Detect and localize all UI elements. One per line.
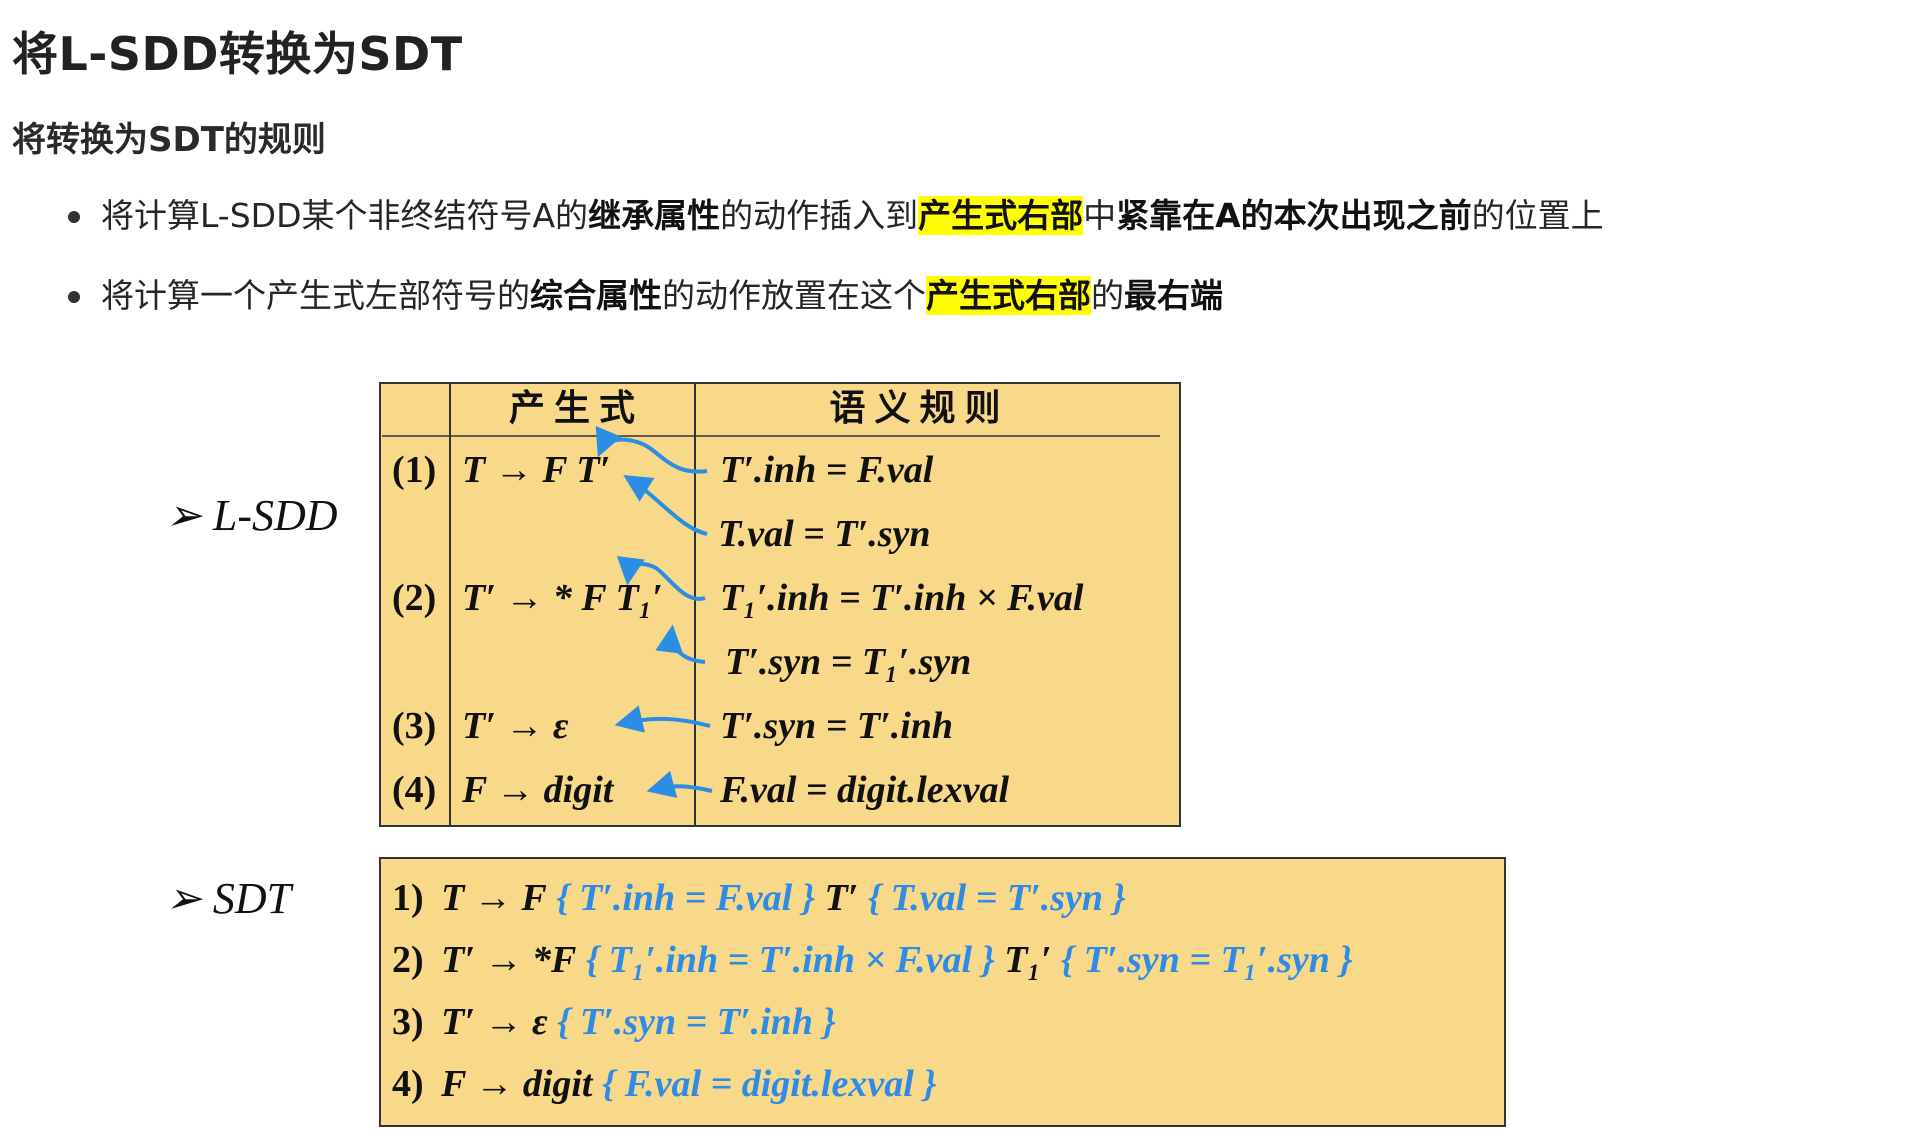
rule-2-part-6: 最右端 [1124,276,1223,315]
rule-2-highlight: 产生式右部 [926,276,1091,315]
rule-1-part-7: 的位置上 [1471,196,1604,235]
rule-2-part-5: 的 [1091,276,1124,315]
sdt-line: 3) T′ → ε { T′.syn = T′.inh } [392,1001,836,1043]
row-num: (4) [392,769,436,811]
sdt-line: 1) T → F { T′.inh = F.val } T′ { T.val =… [392,877,1126,919]
figure-svg: ➢ L-SDD ➢ SDT 产 生 式 语 义 规 则 (1) T → F T′… [165,382,1506,1127]
row-num: (2) [392,577,436,619]
rule-2-part-2: 综合属性 [530,276,662,315]
rule-2-part-1: 将计算一个产生式左部符号的 [101,276,530,315]
rule-1-part-3: 的动作插入到 [720,196,919,235]
rule-1-part-5: 中 [1083,196,1117,235]
bullet-icon [68,291,80,303]
lsdd-sdt-figure: ➢ L-SDD ➢ SDT 产 生 式 语 义 规 则 (1) T → F T′… [100,368,1510,1130]
row-production: T → F T′ [462,449,610,491]
sdt-line: 4) F → digit { F.val = digit.lexval } [392,1063,937,1105]
rule-1-part-2: 继承属性 [588,196,721,235]
rules-list: 将计算L-SDD某个非终结符号A的继承属性的动作插入到产生式右部中紧靠在A的本次… [68,196,1604,356]
row-rule: T₁′.inh = T′.inh × F.val [720,577,1084,619]
rule-item-inherited: 将计算L-SDD某个非终结符号A的继承属性的动作插入到产生式右部中紧靠在A的本次… [68,196,1604,236]
row-production: T′ → ε [462,705,569,747]
bullet-icon [68,211,80,223]
header-production: 产 生 式 [509,388,635,428]
sdt-label: ➢ SDT [165,874,295,923]
lsdd-table: 产 生 式 语 义 规 则 (1) T → F T′ T′.inh = F.va… [379,382,1181,827]
row-num: (3) [392,705,436,747]
row-production: F → digit [461,769,615,811]
row-production: T′ → * F T₁′ [462,577,663,619]
header-semantic-rules: 语 义 规 则 [829,388,1000,428]
rule-1-part-6: 紧靠在A的本次出现之前 [1116,196,1472,235]
row-rule: T′.syn = T′.inh [720,705,953,747]
rule-1-part-1: 将计算L-SDD某个非终结符号A的 [101,196,589,235]
section-heading: 将转换为SDT的规则 [12,120,326,160]
row-rule: T.val = T′.syn [718,513,931,555]
row-rule: T′.inh = F.val [720,449,934,491]
rule-item-synthesized: 将计算一个产生式左部符号的综合属性的动作放置在这个产生式右部的最右端 [68,276,1604,316]
row-num: (1) [392,449,436,491]
page-title: 将L-SDD转换为SDT [12,27,463,81]
sdt-box: 1) T → F { T′.inh = F.val } T′ { T.val =… [379,857,1506,1127]
row-rule: T′.syn = T₁′.syn [725,641,971,683]
sdt-line: 2) T′ → *F { T₁′.inh = T′.inh × F.val } … [392,939,1353,981]
row-rule: F.val = digit.lexval [719,769,1009,811]
lsdd-label: ➢ L-SDD [165,491,338,540]
rule-2-part-3: 的动作放置在这个 [662,276,926,315]
rule-1-highlight: 产生式右部 [918,196,1084,235]
